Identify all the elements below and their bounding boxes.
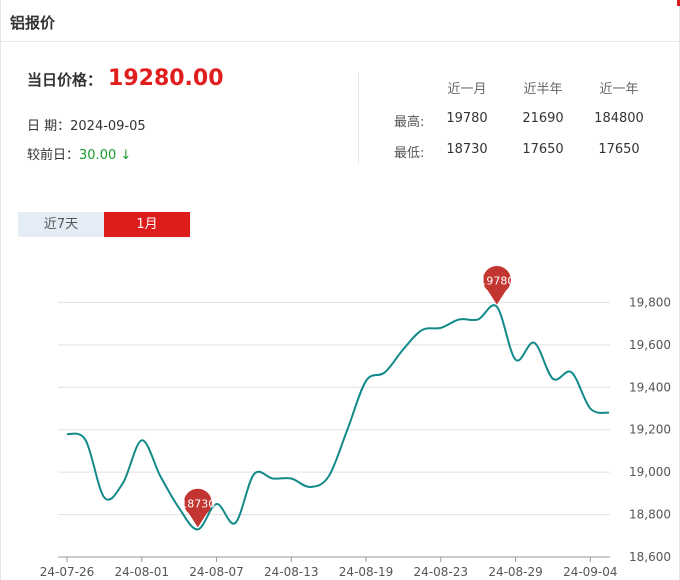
x-tick-label: 24-08-13 <box>264 565 318 579</box>
panel-title: 铝报价 <box>10 14 56 32</box>
period-tabs: 近7天 1月 <box>18 212 190 237</box>
stats-high-year: 184800 <box>594 111 644 126</box>
y-tick-label: 19,000 <box>629 465 671 479</box>
price-value: 19280.00 <box>108 66 224 91</box>
stats-col-year: 近一年 <box>599 82 639 97</box>
stats-low-month: 18730 <box>446 142 488 157</box>
down-arrow-icon: ↓ <box>120 148 132 163</box>
stats-col-halfyear: 近半年 <box>523 82 563 97</box>
change-label: 较前日： <box>27 148 80 163</box>
stats-high-halfyear: 21690 <box>522 111 564 126</box>
x-tick-label: 24-08-19 <box>339 565 393 579</box>
price-line-chart: 18,600 18,800 19,000 19,200 19,400 19,600 19,8… <box>40 265 671 579</box>
stats-high-month: 19780 <box>446 111 488 126</box>
stats-low-halfyear: 17650 <box>522 142 564 157</box>
price-series-line <box>66 304 610 531</box>
stats-col-month: 近一月 <box>447 82 487 97</box>
panel-header: 铝报价 <box>0 0 680 42</box>
y-tick-label: 19,200 <box>629 423 671 437</box>
price-row: 当日价格： 19280.00 <box>27 66 224 91</box>
y-tick-label: 19,800 <box>629 295 671 309</box>
tab-1-month[interactable]: 1月 <box>104 212 190 237</box>
y-tick-label: 18,600 <box>629 550 671 564</box>
tab-7-days[interactable]: 近7天 <box>18 212 104 237</box>
extreme-marker-label: 18730 <box>180 497 215 510</box>
price-label: 当日价格： <box>27 71 103 89</box>
x-tick-label: 24-08-07 <box>189 565 243 579</box>
date-label: 日 期： <box>27 119 71 134</box>
x-tick-label: 24-08-01 <box>115 565 169 579</box>
change-value: 30.00 <box>79 148 117 163</box>
y-tick-label: 19,400 <box>629 380 671 394</box>
summary-divider <box>358 72 359 164</box>
date-value: 2024-09-05 <box>70 119 146 134</box>
y-tick-label: 19,600 <box>629 338 671 352</box>
change-row: 较前日：30.00 ↓ <box>27 144 131 163</box>
x-tick-label: 24-08-23 <box>414 565 468 579</box>
x-tick-label: 24-09-04 <box>563 565 617 579</box>
x-tick-label: 24-08-29 <box>488 565 542 579</box>
extreme-marker-label: 19780 <box>479 275 514 288</box>
x-tick-label: 24-07-26 <box>40 565 94 579</box>
stats-low-year: 17650 <box>598 142 640 157</box>
date-row: 日 期：2024-09-05 <box>27 115 146 134</box>
y-tick-label: 18,800 <box>629 508 671 522</box>
